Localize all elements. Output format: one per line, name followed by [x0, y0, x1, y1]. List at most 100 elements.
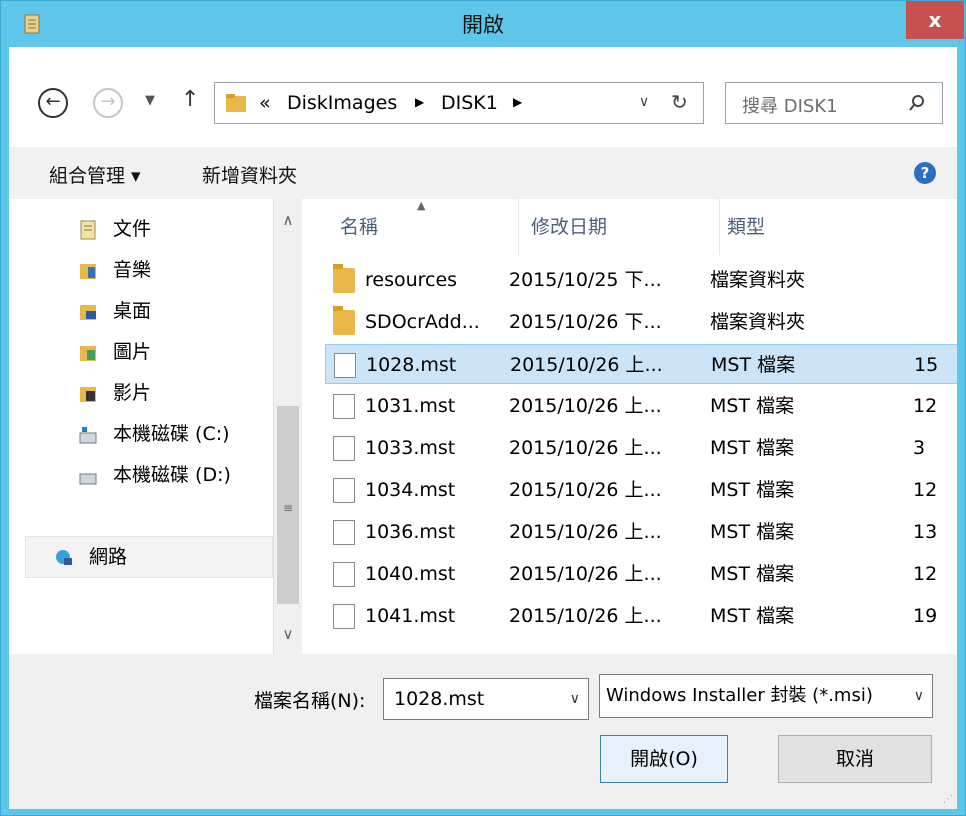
tree-item-desktop[interactable]: 桌面 — [79, 295, 151, 327]
file-name: SDOcrAdd... — [365, 311, 480, 333]
file-type: MST 檔案 — [710, 521, 795, 543]
address-bar[interactable]: « DiskImages ▶ DISK1 ▶ ∨ ↻ — [214, 82, 704, 124]
open-button[interactable]: 開啟(O) — [600, 735, 728, 783]
filename-label: 檔案名稱(N): — [254, 690, 366, 712]
tree-item-label: 圖片 — [113, 341, 152, 363]
tree-item-documents[interactable]: 文件 — [79, 213, 151, 245]
column-separator[interactable] — [719, 199, 720, 255]
file-type: MST 檔案 — [710, 605, 795, 627]
file-date: 2015/10/26 上... — [509, 521, 662, 543]
file-icon — [333, 436, 355, 461]
column-header-date[interactable]: 修改日期 — [531, 199, 607, 255]
new-folder-button[interactable]: 新增資料夾 — [202, 161, 297, 188]
file-row[interactable]: 1036.mst 2015/10/26 上... MST 檔案 13 — [325, 512, 957, 552]
recent-locations-chevron-icon[interactable]: ▼ — [145, 93, 155, 108]
folder-icon — [226, 94, 246, 112]
address-dropdown-icon[interactable]: ∨ — [639, 94, 649, 110]
dialog-footer: 檔案名稱(N): 1028.mst ∨ Windows Installer 封裝… — [9, 654, 957, 809]
breadcrumb-diskimages[interactable]: DiskImages — [287, 92, 397, 114]
file-size: 12 — [913, 395, 938, 417]
file-date: 2015/10/26 上... — [510, 354, 663, 376]
grip-icon: ≡ — [282, 501, 294, 515]
file-row[interactable]: 1034.mst 2015/10/26 上... MST 檔案 12 — [325, 470, 957, 510]
forward-button[interactable]: → — [93, 88, 123, 118]
file-name: 1028.mst — [366, 354, 457, 376]
search-box[interactable]: 搜尋 DISK1 — [725, 82, 943, 124]
file-size: 15 — [914, 354, 939, 376]
file-icon — [333, 520, 355, 545]
tree-item-drive-c[interactable]: 本機磁碟 (C:) — [79, 418, 230, 450]
breadcrumb-separator-icon[interactable]: ▶ — [415, 95, 424, 109]
file-row[interactable]: 1031.mst 2015/10/26 上... MST 檔案 12 — [325, 386, 957, 426]
column-header-type[interactable]: 類型 — [727, 199, 765, 255]
search-input[interactable]: 搜尋 DISK1 — [742, 92, 838, 118]
up-arrow-icon[interactable]: ↑ — [181, 87, 199, 112]
filename-value: 1028.mst — [394, 688, 485, 710]
file-date: 2015/10/26 上... — [509, 395, 662, 417]
file-type: MST 檔案 — [711, 354, 796, 376]
tree-item-pictures[interactable]: 圖片 — [79, 336, 151, 368]
help-icon[interactable]: ? — [914, 162, 936, 184]
file-name: 1036.mst — [365, 521, 456, 543]
column-separator[interactable] — [518, 199, 519, 255]
close-button[interactable]: x — [906, 1, 964, 39]
file-name: 1040.mst — [365, 563, 456, 585]
file-icon — [333, 478, 355, 503]
tree-item-music[interactable]: 音樂 — [79, 254, 151, 286]
file-row[interactable]: SDOcrAdd... 2015/10/26 下... 檔案資料夾 — [325, 302, 957, 342]
tree-item-videos[interactable]: 影片 — [79, 377, 151, 409]
scrollbar-thumb[interactable]: ≡ — [277, 406, 299, 604]
file-icon — [333, 604, 355, 629]
refresh-icon[interactable]: ↻ — [671, 90, 688, 114]
filename-dropdown-icon[interactable]: ∨ — [570, 679, 580, 719]
file-type: MST 檔案 — [710, 395, 795, 417]
column-header-name[interactable]: 名稱 — [340, 199, 378, 255]
organize-button[interactable]: 組合管理 ▾ — [49, 161, 141, 188]
breadcrumb-disk1[interactable]: DISK1 — [441, 92, 498, 114]
cancel-button[interactable]: 取消 — [778, 735, 932, 783]
file-row[interactable]: 1028.mst 2015/10/26 上... MST 檔案 15 — [325, 344, 957, 384]
back-button[interactable]: ← — [38, 88, 68, 118]
file-size: 3 — [913, 437, 926, 459]
window-title: 開啟 — [462, 13, 504, 37]
file-size: 19 — [913, 605, 938, 627]
title-bar[interactable]: 開啟 x — [1, 1, 965, 47]
file-name: 1033.mst — [365, 437, 456, 459]
breadcrumb-overflow[interactable]: « — [259, 92, 271, 114]
file-date: 2015/10/26 上... — [509, 605, 662, 627]
tree-item-network[interactable]: 網路 — [55, 541, 127, 573]
sort-ascending-icon: ▲ — [417, 199, 426, 212]
file-row[interactable]: resources 2015/10/25 下... 檔案資料夾 — [325, 260, 957, 300]
documents-icon — [80, 220, 96, 239]
file-size: 12 — [913, 563, 938, 585]
scroll-down-arrow-icon[interactable]: ∨ — [274, 625, 302, 643]
file-icon — [334, 353, 356, 378]
file-date: 2015/10/26 上... — [509, 563, 662, 585]
drive-icon — [79, 473, 97, 484]
filetype-dropdown-icon[interactable]: ∨ — [914, 675, 924, 717]
navigation-bar: ← → ▼ ↑ « DiskImages ▶ DISK1 ▶ ∨ ↻ 搜尋 DI… — [9, 47, 957, 147]
tree-item-label: 網路 — [89, 546, 128, 568]
file-icon — [333, 394, 355, 419]
tree-item-label: 文件 — [113, 218, 152, 240]
file-name: 1034.mst — [365, 479, 456, 501]
breadcrumb-separator-icon[interactable]: ▶ — [513, 95, 522, 109]
tree-item-drive-d[interactable]: 本機磁碟 (D:) — [79, 459, 231, 491]
drive-icon — [79, 426, 97, 443]
tree-item-label: 桌面 — [113, 300, 152, 322]
filename-field[interactable]: 1028.mst ∨ — [383, 678, 589, 720]
navigation-pane-scrollbar[interactable]: ∧ ≡ ∨ — [273, 199, 302, 654]
file-row[interactable]: 1040.mst 2015/10/26 上... MST 檔案 12 — [325, 554, 957, 594]
file-icon — [333, 562, 355, 587]
filetype-select[interactable]: Windows Installer 封裝 (*.msi) ∨ — [599, 674, 933, 718]
file-row[interactable]: 1041.mst 2015/10/26 上... MST 檔案 19 — [325, 596, 957, 636]
file-row[interactable]: 1033.mst 2015/10/26 上... MST 檔案 3 — [325, 428, 957, 468]
tree-item-label: 影片 — [113, 382, 152, 404]
file-date: 2015/10/26 下... — [509, 311, 662, 333]
open-file-dialog: 開啟 x ← → ▼ ↑ « DiskImages ▶ DISK1 ▶ ∨ ↻ — [0, 0, 966, 816]
command-toolbar: 組合管理 ▾ 新增資料夾 ? — [9, 147, 957, 199]
file-type: 檔案資料夾 — [710, 269, 806, 291]
resize-grip-icon[interactable]: ⋰ — [943, 794, 953, 805]
desktop-icon — [80, 304, 96, 320]
scroll-up-arrow-icon[interactable]: ∧ — [274, 211, 302, 229]
